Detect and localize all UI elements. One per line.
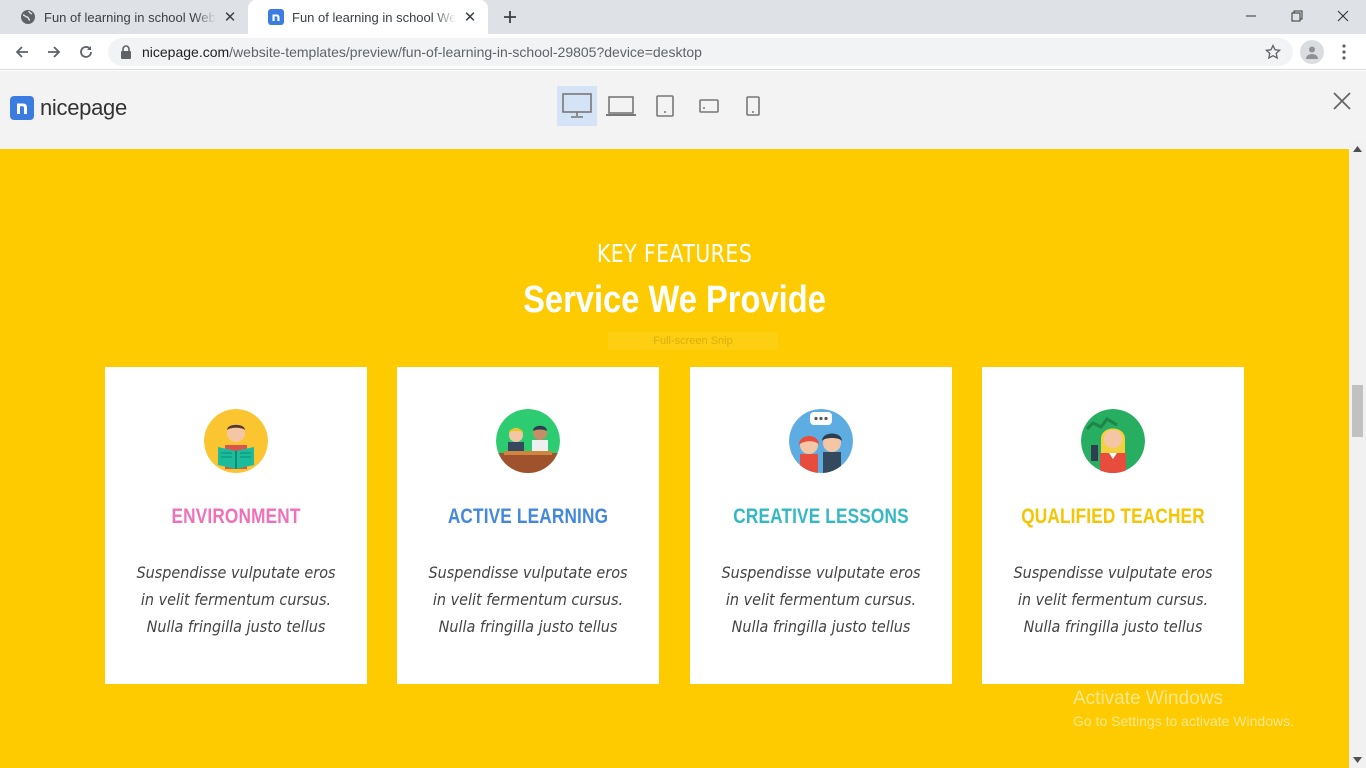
arrow-right-icon	[48, 46, 61, 58]
restore-button[interactable]	[1274, 0, 1320, 32]
tab-title: Fun of learning in school Website Templa…	[292, 9, 456, 25]
card-title: ENVIRONMENT	[171, 505, 301, 528]
feature-card-environment: ENVIRONMENT Suspendisse vulputate eros i…	[105, 367, 367, 684]
logo-text: nicepage	[40, 95, 127, 120]
card-text-line: Nulla fringilla justo tellus	[1023, 617, 1203, 636]
card-title: QUALIFIED TEACHER	[1021, 505, 1205, 528]
address-bar[interactable]: nicepage.com/website-templates/preview/f…	[108, 38, 1293, 66]
card-text-line: in velit fermentum cursus.	[140, 590, 332, 609]
browser-menu-button[interactable]	[1334, 40, 1354, 64]
arrow-left-icon	[15, 46, 28, 58]
feature-card-active-learning: ACTIVE LEARNING Suspendisse vulputate er…	[397, 367, 659, 684]
page-scrollbar[interactable]	[1349, 141, 1366, 768]
card-text-line: Suspendisse vulputate eros	[428, 563, 628, 582]
tablet-icon	[656, 95, 674, 117]
person-icon	[1306, 46, 1318, 59]
phone-icon	[746, 96, 760, 116]
card-text: Suspendisse vulputate eros in velit ferm…	[417, 559, 639, 640]
watermark-subtitle: Go to Settings to activate Windows.	[1073, 713, 1294, 729]
card-text-line: in velit fermentum cursus.	[432, 590, 624, 609]
minimize-button[interactable]	[1228, 0, 1274, 32]
tab-strip: Fun of learning in school Website Templa…	[0, 0, 1366, 34]
close-window-button[interactable]	[1320, 0, 1366, 32]
chatting-kids-icon	[789, 409, 853, 473]
teacher-icon	[1081, 409, 1145, 473]
url-path: /website-templates/preview/fun-of-learni…	[229, 44, 702, 60]
card-text-line: Suspendisse vulputate eros	[1013, 563, 1213, 582]
preview-header: nicepage	[0, 71, 1366, 141]
watermark-title: Activate Windows	[1073, 688, 1223, 709]
profile-avatar-button[interactable]	[1300, 40, 1324, 64]
nicepage-logo[interactable]: nicepage	[10, 95, 127, 121]
desktop-view-button[interactable]	[557, 86, 597, 126]
section-kicker: KEY FEATURES	[596, 239, 753, 268]
card-text-line: Nulla fringilla justo tellus	[438, 617, 618, 636]
snip-overlay-label: Full-screen Snip	[608, 332, 778, 350]
nicepage-icon	[268, 9, 284, 25]
tablet-view-button[interactable]	[645, 86, 685, 126]
lock-icon	[120, 45, 134, 59]
new-tab-button[interactable]	[498, 5, 522, 29]
card-text: Suspendisse vulputate eros in velit ferm…	[125, 559, 347, 640]
close-icon	[1337, 10, 1349, 22]
phone-view-button[interactable]	[733, 86, 773, 126]
close-icon	[1333, 92, 1351, 110]
more-vertical-icon	[1342, 44, 1346, 60]
back-button[interactable]	[8, 38, 36, 66]
device-switcher	[557, 86, 777, 126]
windows-activation-watermark: Activate Windows Go to Settings to activ…	[1073, 688, 1294, 729]
features-section: KEY FEATURES Service We Provide Full-scr…	[0, 149, 1349, 768]
forward-button[interactable]	[40, 38, 68, 66]
card-title: CREATIVE LESSONS	[733, 505, 909, 528]
scrollbar-thumb[interactable]	[1352, 385, 1363, 437]
feature-card-creative-lessons: CREATIVE LESSONS Suspendisse vulputate e…	[690, 367, 952, 684]
minimize-icon	[1246, 15, 1256, 17]
url-host: nicepage.com	[142, 44, 230, 60]
close-tab-icon[interactable]: ✕	[222, 9, 238, 26]
close-tab-icon[interactable]: ✕	[462, 9, 478, 26]
card-text-line: Nulla fringilla justo tellus	[731, 617, 911, 636]
reload-button[interactable]	[72, 38, 100, 66]
card-text-line: Suspendisse vulputate eros	[136, 563, 336, 582]
section-heading: Service We Provide	[523, 279, 826, 321]
bookmark-star-icon[interactable]	[1265, 44, 1281, 60]
card-text-line: in velit fermentum cursus.	[1017, 590, 1209, 609]
tablet-landscape-icon	[699, 99, 719, 113]
reading-student-icon	[204, 409, 268, 473]
card-text-line: Suspendisse vulputate eros	[721, 563, 921, 582]
reload-icon	[80, 46, 92, 58]
two-students-icon	[496, 409, 560, 473]
browser-tab-2[interactable]: Fun of learning in school Website Templa…	[248, 0, 488, 34]
desktop-icon	[562, 93, 592, 118]
restore-icon	[1291, 10, 1303, 22]
laptop-icon	[606, 96, 636, 116]
tablet-landscape-view-button[interactable]	[689, 86, 729, 126]
scroll-down-arrow-icon[interactable]	[1353, 756, 1362, 764]
feature-card-qualified-teacher: QUALIFIED TEACHER Suspendisse vulputate …	[982, 367, 1244, 684]
scroll-up-arrow-icon[interactable]	[1353, 145, 1362, 153]
card-text: Suspendisse vulputate eros in velit ferm…	[710, 559, 932, 640]
card-text: Suspendisse vulputate eros in velit ferm…	[1002, 559, 1224, 640]
card-title: ACTIVE LEARNING	[447, 505, 609, 528]
browser-toolbar: nicepage.com/website-templates/preview/f…	[0, 34, 1366, 70]
card-text-line: in velit fermentum cursus.	[725, 590, 917, 609]
card-text-line: Nulla fringilla justo tellus	[146, 617, 326, 636]
nicepage-logo-icon	[10, 96, 34, 120]
plus-icon	[504, 11, 516, 23]
close-preview-button[interactable]	[1330, 89, 1354, 113]
globe-icon	[20, 9, 36, 25]
tab-title: Fun of learning in school Website Templa…	[44, 9, 216, 25]
browser-tab-1[interactable]: Fun of learning in school Website Templa…	[0, 0, 248, 34]
laptop-view-button[interactable]	[601, 86, 641, 126]
preview-viewport: KEY FEATURES Service We Provide Full-scr…	[0, 141, 1366, 768]
